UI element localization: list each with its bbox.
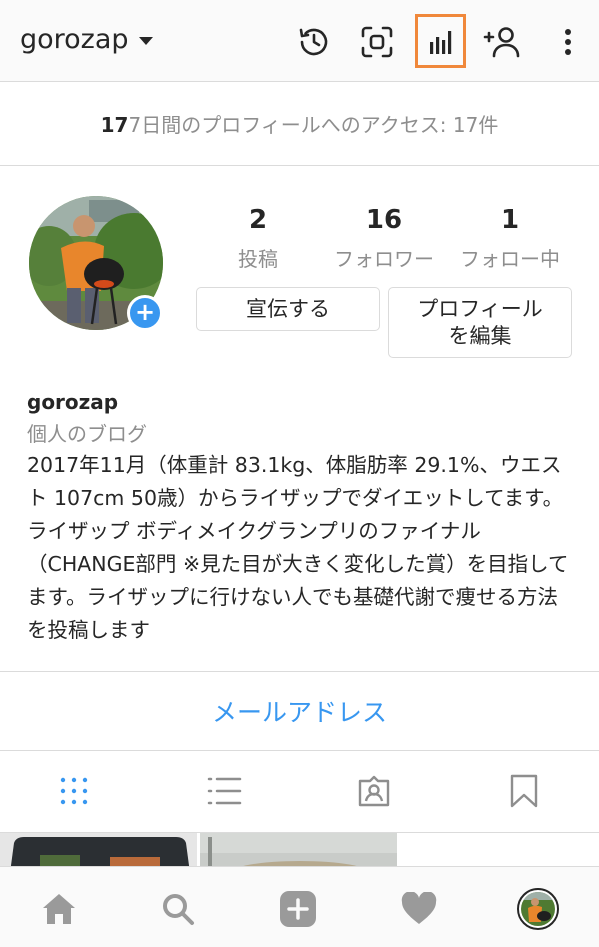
list-icon[interactable]	[204, 771, 244, 811]
followers-count[interactable]: 16 フォロワー	[327, 205, 441, 272]
posts-count[interactable]: 2 投稿	[220, 205, 296, 272]
bar-chart-icon[interactable]	[419, 20, 463, 64]
stat-value: 16	[365, 205, 403, 235]
account-switcher[interactable]: gorozap	[20, 24, 153, 55]
visits-prefix: 17	[100, 113, 129, 137]
stat-label: フォロワー	[334, 247, 434, 271]
email-label: メールアドレス	[211, 698, 387, 727]
home-icon[interactable]	[37, 887, 81, 931]
add-person-icon[interactable]	[480, 20, 524, 64]
profile-visits-banner[interactable]: 177日間のプロフィールへのアクセス: 17件	[0, 82, 599, 166]
more-vert-icon[interactable]	[546, 20, 590, 64]
grid-icon[interactable]	[54, 771, 94, 811]
username-label: gorozap	[20, 24, 129, 55]
promote-label: 宣伝する	[246, 296, 330, 321]
stat-value: 2	[248, 205, 268, 235]
stat-label: フォロー中	[460, 247, 560, 271]
stat-label: 投稿	[238, 247, 278, 271]
chevron-down-icon	[138, 36, 153, 45]
add-post-icon[interactable]	[276, 887, 320, 931]
add-story-icon[interactable]: +	[127, 295, 163, 331]
profile-name: gorozap	[27, 390, 119, 414]
bookmark-icon[interactable]	[504, 771, 544, 811]
top-bar: gorozap	[0, 0, 599, 82]
edit-profile-label-line1: プロフィール	[417, 297, 543, 322]
profile-tabs	[0, 751, 599, 833]
profile-avatar[interactable]	[516, 887, 560, 931]
tagged-icon[interactable]	[354, 771, 394, 811]
visits-text: 7日間のプロフィールへのアクセス: 17件	[128, 113, 499, 137]
edit-profile-button[interactable]: プロフィール を編集	[388, 287, 572, 358]
bio-text: 2017年11月（体重計 83.1kg、体脂肪率 29.1%、ウエスト 107c…	[27, 453, 569, 642]
promote-button[interactable]: 宣伝する	[196, 287, 380, 331]
edit-profile-label-line2: を編集	[448, 323, 512, 348]
scan-icon[interactable]	[355, 20, 399, 64]
following-count[interactable]: 1 フォロー中	[452, 205, 568, 272]
heart-icon[interactable]	[397, 887, 441, 931]
search-icon[interactable]	[156, 887, 200, 931]
history-icon[interactable]	[292, 20, 336, 64]
email-contact-button[interactable]: メールアドレス	[0, 671, 599, 751]
bottom-navigation	[0, 866, 599, 947]
profile-category: 個人のブログ	[27, 422, 147, 446]
profile-bio: gorozap 個人のブログ 2017年11月（体重計 83.1kg、体脂肪率 …	[27, 390, 577, 647]
stat-value: 1	[500, 205, 520, 235]
